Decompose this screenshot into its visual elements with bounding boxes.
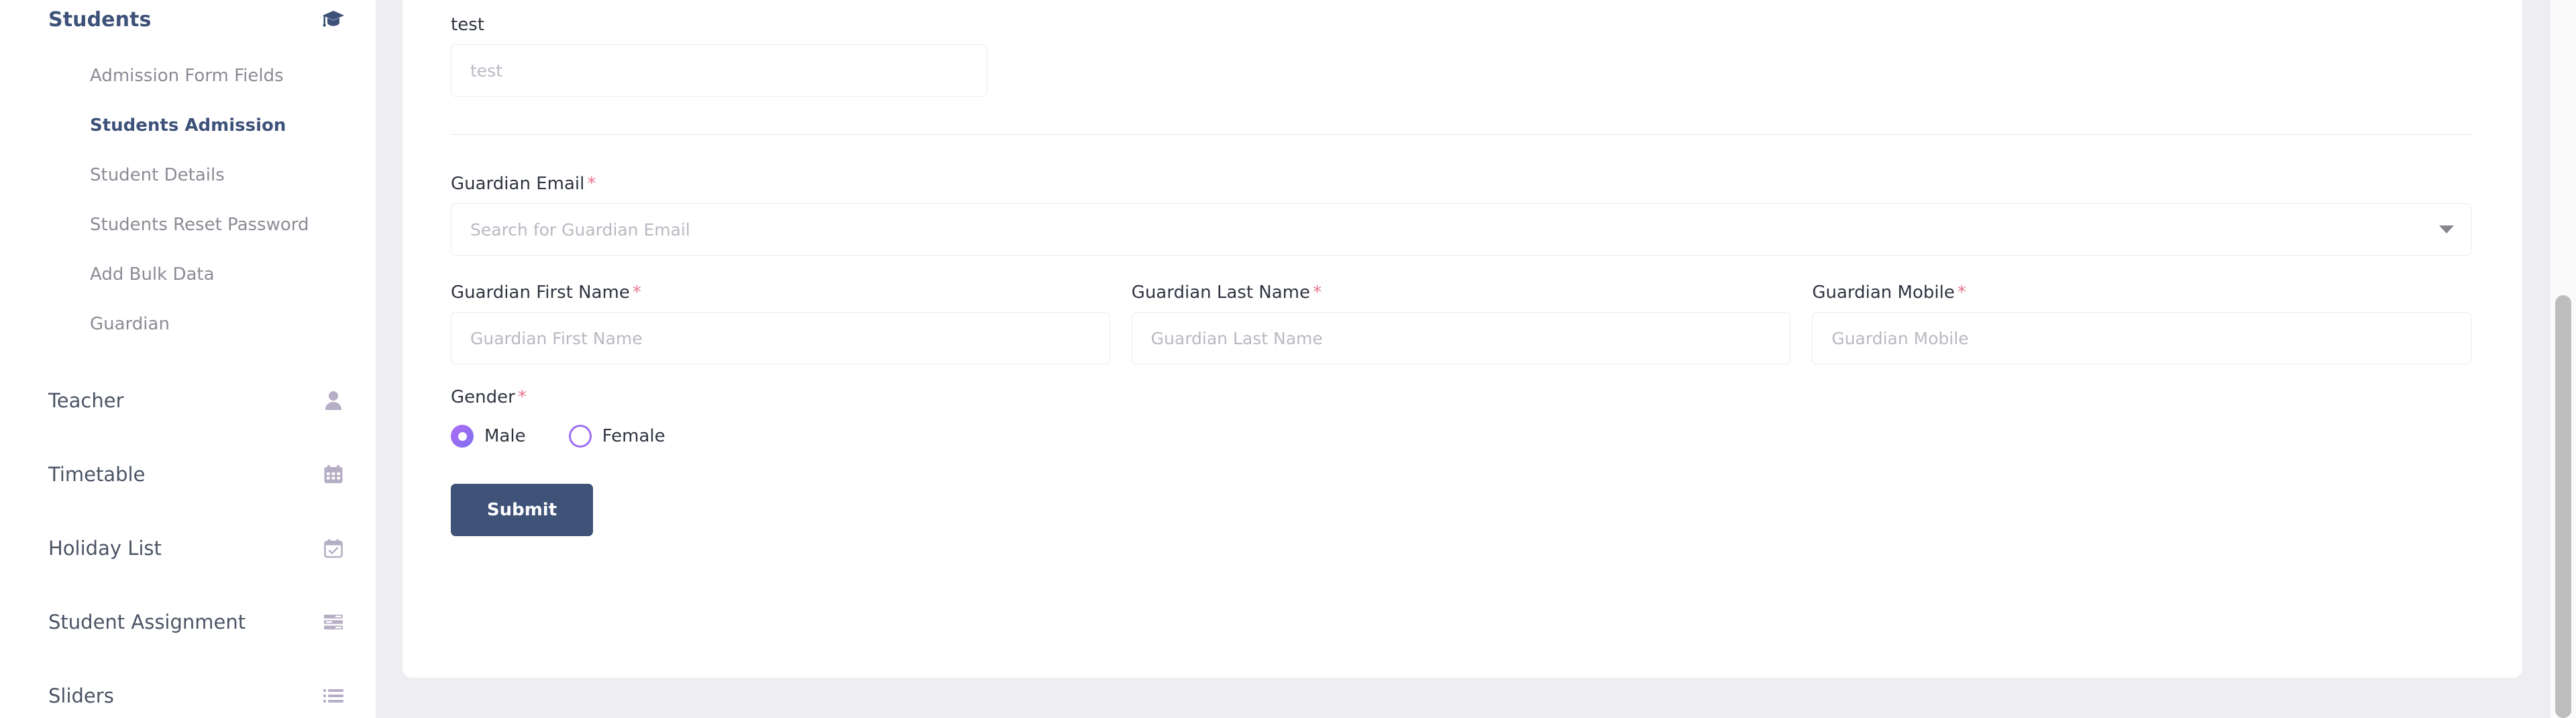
field-guardian-first-name: Guardian First Name * [451,283,1110,364]
sidebar-item-label: Timetable [48,463,146,486]
label-text: Guardian First Name [451,283,630,303]
calendar-check-icon [318,538,349,558]
sidebar-item-label: Student Assignment [48,611,246,633]
required-asterisk: * [517,387,527,407]
radio-selected-icon[interactable] [451,425,474,448]
sidebar-sub-label: Guardian [90,314,170,334]
guardian-details-row: Guardian First Name* Guardian Last Name*… [451,256,2472,364]
sidebar-sub-label: Students Reset Password [90,215,309,235]
gender-option-male-label: Male [484,426,526,446]
field-gender-label: Gender * [451,387,2474,407]
sidebar-item-student-details[interactable]: Student Details [0,150,376,200]
required-asterisk: * [1957,283,1966,303]
person-icon [318,391,349,411]
sidebar-group-label: Students [48,7,152,32]
sidebar-group-students[interactable]: Students [0,0,376,39]
sidebar-sub-label: Students Admission [90,115,286,136]
sidebar-sub-list: Admission Form Fields Students Admission… [0,51,376,349]
guardian-mobile-input[interactable] [1812,312,2472,364]
test-input[interactable] [451,44,987,97]
required-asterisk: * [587,174,596,194]
guardian-email-search-input[interactable] [451,203,2471,256]
submit-button[interactable]: Submit [451,484,593,536]
field-guardian-first-name-label: Guardian First Name * [451,283,1110,303]
sidebar: Students Admission Form Fields Students … [0,0,376,718]
page-scrollbar-thumb[interactable] [2555,295,2571,718]
guardian-email-select-wrap[interactable] [451,203,2471,256]
list-bullet-icon [318,688,349,703]
sidebar-item-admission-form-fields[interactable]: Admission Form Fields [0,51,376,101]
field-guardian-email-label: Guardian Email * [451,174,2474,194]
app-root: Students Admission Form Fields Students … [0,0,2576,718]
sidebar-item-label: Holiday List [48,537,162,560]
label-text: Guardian Mobile [1812,283,1955,303]
sidebar-item-holiday-list[interactable]: Holiday List [0,511,376,585]
sidebar-item-teacher[interactable]: Teacher [0,364,376,438]
label-text: Gender [451,387,515,407]
gender-option-male[interactable]: Male [451,425,526,448]
guardian-last-name-input[interactable] [1131,312,1791,364]
sidebar-item-sliders[interactable]: Sliders [0,659,376,718]
field-gender: Gender * Male Female [451,364,2474,448]
required-asterisk: * [1313,283,1322,303]
required-asterisk: * [632,283,641,303]
sidebar-item-label: Sliders [48,684,114,707]
gender-option-female[interactable]: Female [568,425,665,448]
sidebar-content-gap [376,0,402,718]
label-text: Guardian Last Name [1131,283,1310,303]
page-scrollbar-track[interactable] [2549,0,2576,718]
sidebar-item-add-bulk-data[interactable]: Add Bulk Data [0,250,376,299]
field-guardian-email: Guardian Email * [451,135,2474,256]
field-guardian-mobile-label: Guardian Mobile * [1812,283,2471,303]
field-guardian-last-name: Guardian Last Name * [1131,283,1791,364]
admission-form-card: test Guardian Email* Guardian First Name… [402,0,2522,678]
gender-option-female-label: Female [602,426,665,446]
sidebar-item-guardian[interactable]: Guardian [0,299,376,349]
gender-radio-group: Male Female [451,425,2474,448]
sidebar-sub-label: Admission Form Fields [90,66,284,86]
label-text: Guardian Email [451,174,585,194]
main-content: test Guardian Email* Guardian First Name… [402,0,2576,718]
sidebar-item-label: Teacher [48,389,124,412]
sidebar-item-timetable[interactable]: Timetable [0,438,376,511]
list-rows-icon [318,614,349,630]
sidebar-sub-label: Student Details [90,165,225,185]
sidebar-item-student-assignment[interactable]: Student Assignment [0,585,376,659]
guardian-first-name-input[interactable] [451,312,1110,364]
calendar-grid-icon [318,464,349,484]
sidebar-item-students-admission[interactable]: Students Admission [0,101,376,150]
graduation-cap-icon [318,10,349,29]
field-guardian-last-name-label: Guardian Last Name * [1132,283,1791,303]
field-test: test [451,0,2474,97]
sidebar-item-students-reset-password[interactable]: Students Reset Password [0,200,376,250]
field-guardian-mobile: Guardian Mobile * [1812,283,2472,364]
radio-unselected-icon[interactable] [568,425,592,448]
sidebar-sub-label: Add Bulk Data [90,264,215,285]
field-test-label: test [451,15,484,35]
